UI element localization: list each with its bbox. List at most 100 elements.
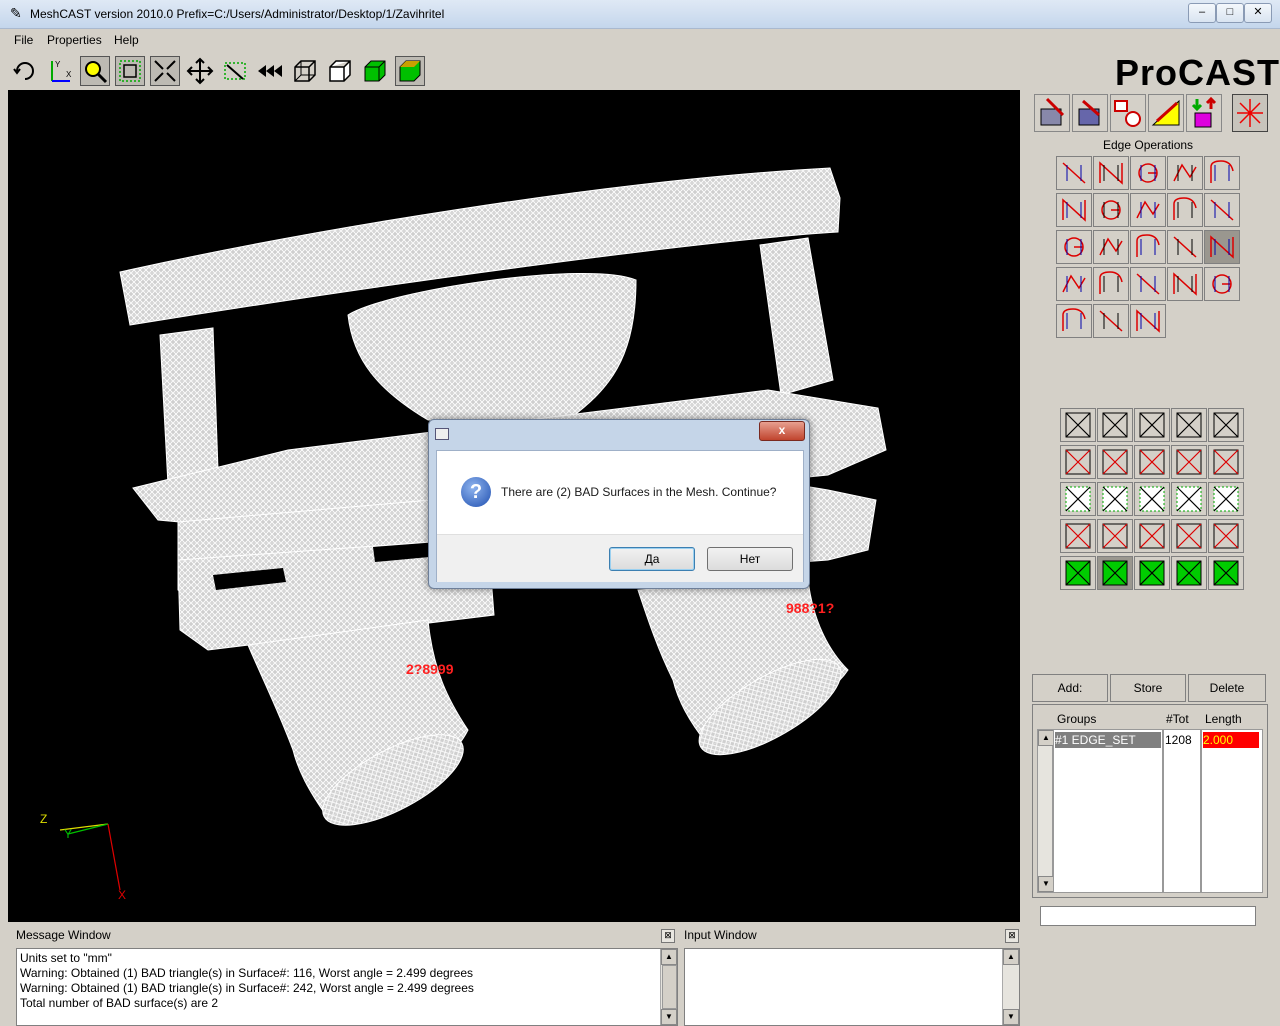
cut-multi-icon[interactable] (1093, 230, 1129, 264)
line-icon[interactable] (1056, 156, 1092, 190)
copy-nodes-icon[interactable] (1208, 519, 1244, 553)
message-line: Warning: Obtained (1) BAD triangle(s) in… (20, 981, 474, 995)
edge-bracket-icon[interactable] (1093, 193, 1129, 227)
hatch-1-icon[interactable] (1060, 482, 1096, 516)
grid-icon[interactable] (1060, 556, 1096, 590)
hatch-4-icon[interactable] (1171, 482, 1207, 516)
pick-tool-icon[interactable] (220, 56, 250, 86)
renumber-icon[interactable] (1130, 230, 1166, 264)
length-cell[interactable]: 2.000 (1203, 732, 1259, 748)
input-area[interactable]: ▲ ▼ (684, 948, 1020, 1026)
dialog-footer: Да Нет (437, 534, 803, 582)
dialog-close-button[interactable]: x (759, 421, 805, 441)
menu-properties[interactable]: Properties (47, 33, 102, 47)
tab-shapes-icon[interactable] (1110, 94, 1146, 132)
message-scrollbar[interactable]: ▲ ▼ (660, 949, 677, 1025)
hidden-line-view-icon[interactable] (325, 56, 355, 86)
wireframe-view-icon[interactable] (290, 56, 320, 86)
shaded-view-icon[interactable] (360, 56, 390, 86)
yes-button[interactable]: Да (609, 547, 695, 571)
edge-operations-grid (1056, 156, 1242, 342)
edge-join-icon[interactable] (1167, 193, 1203, 227)
show-nodes-icon[interactable] (1134, 408, 1170, 442)
question-icon: ? (461, 477, 491, 507)
no-button[interactable]: Нет (707, 547, 793, 571)
edge-renumber-icon[interactable] (1130, 267, 1166, 301)
message-scroll-down-arrow[interactable]: ▼ (661, 1009, 677, 1025)
message-window-close-icon[interactable]: ⊠ (661, 929, 675, 943)
check-icon[interactable] (1093, 304, 1129, 338)
polyline-icon[interactable] (1093, 156, 1129, 190)
no-edit-icon[interactable] (1208, 445, 1244, 479)
shaded-edges-view-icon[interactable] (395, 56, 425, 86)
edge-cross-icon[interactable] (1130, 304, 1166, 338)
grid-nodes-icon[interactable] (1097, 556, 1133, 590)
menu-help[interactable]: Help (114, 33, 139, 47)
tab-mesh-edit-icon[interactable] (1148, 94, 1184, 132)
pencil-check-icon[interactable] (1171, 445, 1207, 479)
message-scroll-thumb[interactable] (662, 965, 677, 1009)
delete-edge-icon[interactable] (1056, 267, 1092, 301)
rotate-tool-icon[interactable] (10, 56, 40, 86)
zoom-tool-icon[interactable] (80, 56, 110, 86)
col-length-header: Length (1205, 712, 1242, 726)
hammer-icon[interactable] (1134, 519, 1170, 553)
edge-split-icon[interactable] (1056, 193, 1092, 227)
tab-geometry-icon[interactable] (1034, 94, 1070, 132)
circle-icon[interactable] (1130, 156, 1166, 190)
mesh-swap-icon[interactable] (1097, 519, 1133, 553)
arc-icon[interactable] (1204, 156, 1240, 190)
edge-reverse-icon[interactable] (1167, 267, 1203, 301)
tab-edge-icon[interactable] (1232, 94, 1268, 132)
cube-view-icon[interactable] (1060, 408, 1096, 442)
add-label: Add: (1032, 674, 1108, 702)
input-scroll-up-arrow[interactable]: ▲ (1003, 949, 1019, 965)
close-button[interactable]: ✕ (1244, 3, 1272, 23)
edge-merge-icon[interactable] (1167, 230, 1203, 264)
pan-tool-icon[interactable] (185, 56, 215, 86)
delete-button[interactable]: Delete (1188, 674, 1266, 702)
menu-file[interactable]: File (14, 33, 33, 47)
previous-view-icon[interactable] (255, 56, 285, 86)
grid-info-icon[interactable] (1171, 556, 1207, 590)
maximize-button[interactable]: □ (1216, 3, 1244, 23)
hatch-2-icon[interactable] (1097, 482, 1133, 516)
edge-node-icon[interactable] (1093, 267, 1129, 301)
scroll-down-arrow[interactable]: ▼ (1038, 876, 1054, 892)
groups-scrollbar[interactable]: ▲ ▼ (1037, 729, 1054, 893)
surface-edge-icon[interactable] (1204, 193, 1240, 227)
input-window-close-icon[interactable]: ⊠ (1005, 929, 1019, 943)
save-icon[interactable] (1208, 408, 1244, 442)
store-button[interactable]: Store (1110, 674, 1186, 702)
axes-tool-icon[interactable]: YX (45, 56, 75, 86)
info-icon[interactable] (1097, 408, 1133, 442)
group-cell[interactable]: #1 EDGE_SET (1055, 732, 1161, 748)
input-scroll-down-arrow[interactable]: ▼ (1003, 1009, 1019, 1025)
tab-surface-icon[interactable] (1072, 94, 1108, 132)
group-name-input[interactable] (1040, 906, 1256, 926)
message-scroll-up-arrow[interactable]: ▲ (661, 949, 677, 965)
pencil-icon[interactable] (1060, 445, 1096, 479)
measure-icon[interactable] (1204, 230, 1240, 264)
message-window: Message Window ⊠ Units set to "mm" Warnin… (8, 922, 680, 1026)
cut-icon[interactable] (1056, 230, 1092, 264)
increment-icon[interactable] (1056, 304, 1092, 338)
input-scrollbar[interactable]: ▲ ▼ (1002, 949, 1019, 1025)
hatch-5-icon[interactable] (1208, 482, 1244, 516)
undo-icon[interactable] (1171, 408, 1207, 442)
play-icon[interactable] (1208, 556, 1244, 590)
grid-delete-icon[interactable] (1134, 556, 1170, 590)
extrude-icon[interactable] (1130, 193, 1166, 227)
minimize-button[interactable]: – (1188, 3, 1216, 23)
pencil-grid-icon[interactable] (1134, 445, 1170, 479)
number-sequence-icon[interactable] (1167, 156, 1203, 190)
node-move-icon[interactable] (1204, 267, 1240, 301)
copy-surface-icon[interactable] (1171, 519, 1207, 553)
fit-tool-icon[interactable] (150, 56, 180, 86)
hatch-3-icon[interactable] (1134, 482, 1170, 516)
zoom-box-tool-icon[interactable] (115, 56, 145, 86)
delete-pencil-icon[interactable] (1097, 445, 1133, 479)
no-mesh-icon[interactable] (1060, 519, 1096, 553)
tab-export-icon[interactable] (1186, 94, 1222, 132)
scroll-up-arrow[interactable]: ▲ (1038, 730, 1054, 746)
